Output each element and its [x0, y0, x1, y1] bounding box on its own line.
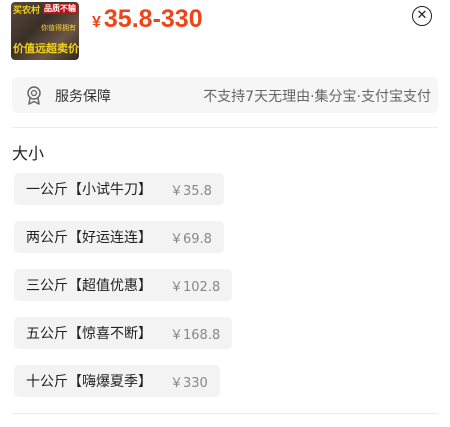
- price-symbol: ¥: [92, 14, 101, 31]
- price-range-value: 35.8-330: [103, 5, 203, 33]
- size-option-price: ￥35.8: [170, 183, 212, 199]
- service-guarantee-row[interactable]: 服务保障 不支持7天无理由·集分宝·支付宝支付: [12, 77, 438, 113]
- shield-badge-icon: [27, 86, 41, 105]
- size-section-title: 大小: [12, 144, 45, 163]
- size-option-name: 两公斤【好运连连】: [26, 230, 152, 246]
- divider: [12, 413, 438, 414]
- size-option[interactable]: 三公斤【超值优惠】 ￥102.8: [14, 269, 233, 301]
- size-option[interactable]: 两公斤【好运连连】 ￥69.8: [14, 221, 224, 253]
- price-range: ¥35.8-330: [92, 4, 203, 38]
- close-icon[interactable]: ✕: [412, 6, 432, 26]
- size-option-price: ￥69.8: [170, 231, 212, 247]
- divider: [12, 127, 438, 128]
- thumbnail-tag-right: 品质不输: [43, 3, 77, 14]
- size-option[interactable]: 十公斤【嗨爆夏季】 ￥330: [14, 365, 220, 397]
- size-option-name: 一公斤【小试牛刀】: [26, 182, 152, 198]
- thumbnail-mid-text: 你值得拥有: [41, 24, 76, 32]
- size-option-price: ￥168.8: [170, 327, 221, 343]
- thumbnail-caption: 价值远超卖价: [13, 42, 79, 55]
- size-option-name: 五公斤【惊喜不断】: [26, 326, 152, 342]
- size-option[interactable]: 五公斤【惊喜不断】 ￥168.8: [14, 317, 233, 349]
- size-option-name: 三公斤【超值优惠】: [26, 278, 152, 294]
- size-option-name: 十公斤【嗨爆夏季】: [26, 374, 152, 390]
- size-option-price: ￥330: [170, 375, 208, 391]
- guarantee-value: 不支持7天无理由·集分宝·支付宝支付: [203, 89, 431, 105]
- guarantee-label: 服务保障: [55, 89, 111, 105]
- size-option-price: ￥102.8: [170, 279, 221, 295]
- product-thumbnail: 买农村 品质不输 你值得拥有 价值远超卖价: [11, 2, 79, 60]
- size-option[interactable]: 一公斤【小试牛刀】 ￥35.8: [14, 173, 224, 205]
- thumbnail-tag-left: 买农村: [13, 6, 41, 16]
